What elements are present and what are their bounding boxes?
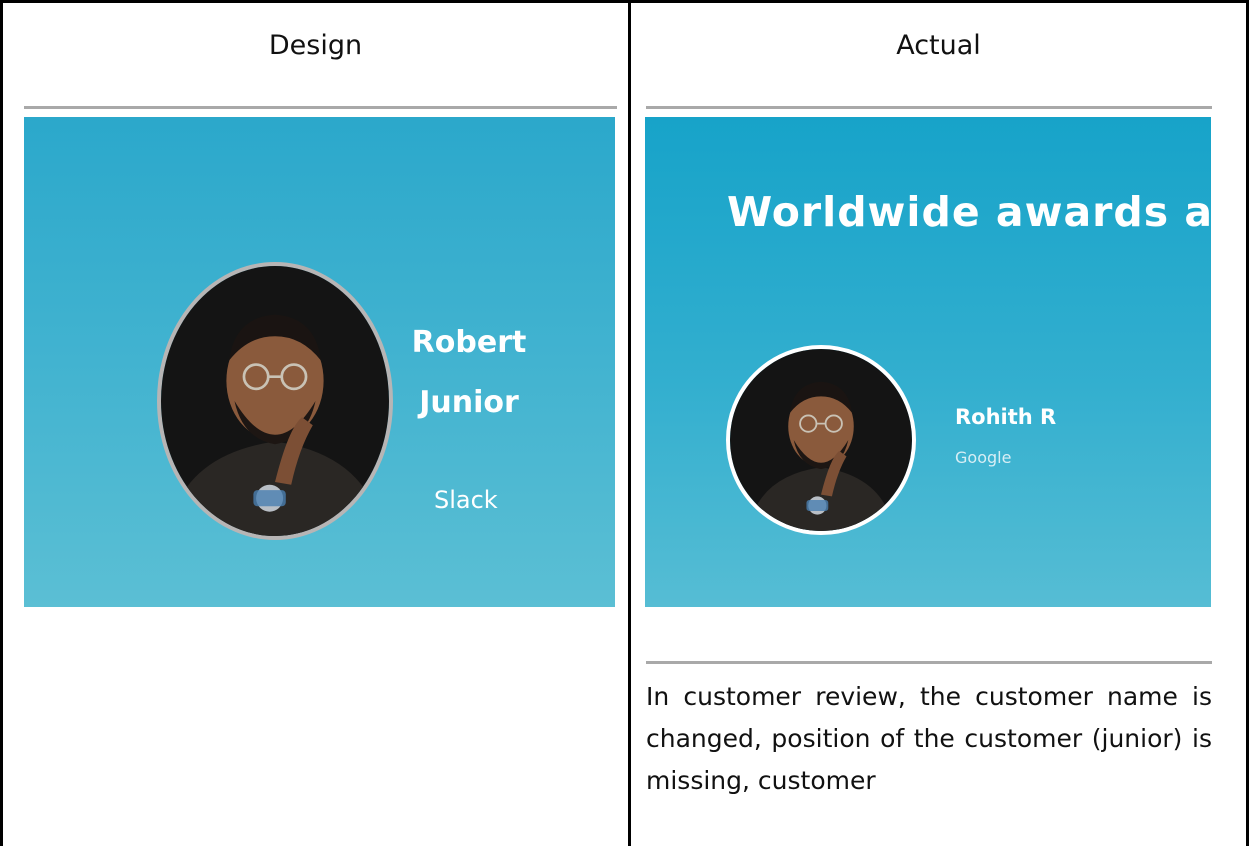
table-center-divider xyxy=(628,0,631,846)
design-screenshot: Robert Junior Slack xyxy=(24,117,615,607)
design-column-header: Design xyxy=(268,30,363,61)
actual-header-rule xyxy=(646,106,1212,109)
customer-position: Junior xyxy=(419,385,519,420)
person-photo-icon xyxy=(161,266,389,536)
issue-description: In customer review, the customer name is… xyxy=(646,682,1212,795)
customer-name: Robert Junior xyxy=(409,313,529,433)
customer-name: Rohith R xyxy=(955,405,1057,429)
table-top-border xyxy=(0,0,1249,3)
customer-company: Slack xyxy=(434,486,498,514)
customer-avatar xyxy=(726,345,916,535)
table-left-border xyxy=(0,0,3,846)
section-heading: Worldwide awards anc xyxy=(727,188,1211,236)
customer-avatar xyxy=(157,262,393,540)
design-header-rule xyxy=(24,106,617,109)
actual-column-header: Actual xyxy=(896,30,981,61)
actual-screenshot: Worldwide awards anc Rohith R Google xyxy=(645,117,1211,607)
customer-first-name: Robert xyxy=(411,325,527,360)
person-photo-icon xyxy=(730,349,912,531)
customer-company: Google xyxy=(955,448,1012,467)
actual-note-rule xyxy=(646,661,1212,664)
